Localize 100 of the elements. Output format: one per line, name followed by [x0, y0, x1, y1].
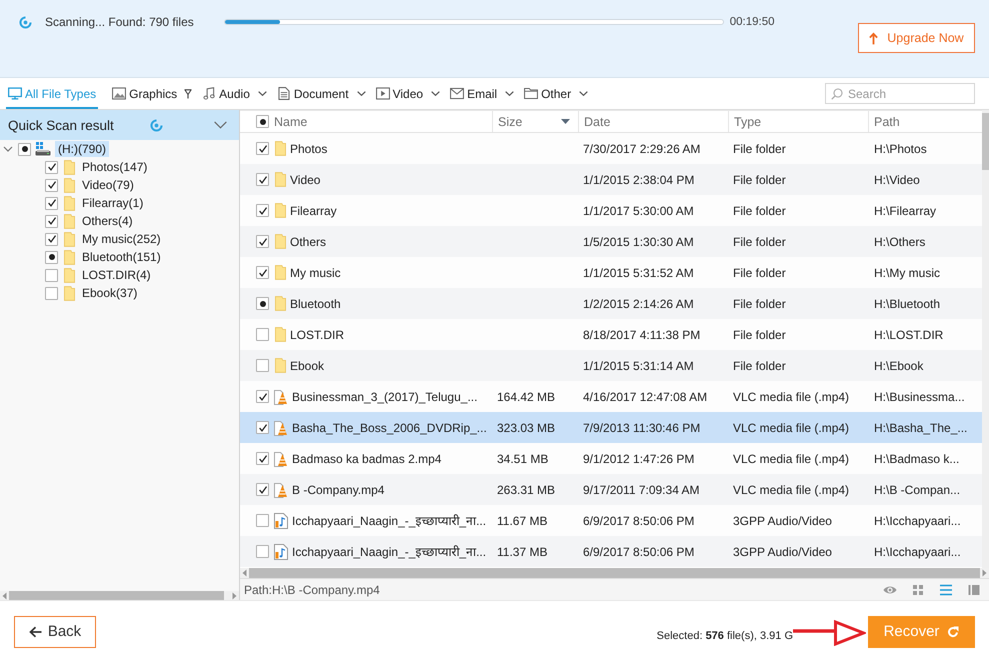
checkbox[interactable]: [45, 214, 58, 228]
modified-date: 1/1/2017 5:30:00 AM: [583, 204, 694, 218]
folder-icon: [64, 214, 75, 228]
checkbox[interactable]: [45, 268, 58, 282]
arrow-left-icon: [28, 626, 42, 638]
caret-icon: [579, 91, 588, 96]
checkbox[interactable]: [256, 115, 269, 128]
picture-icon: [112, 87, 126, 100]
checkbox[interactable]: [256, 359, 269, 372]
tree-item[interactable]: Ebook(37): [79, 285, 140, 301]
tree-item[interactable]: Bluetooth(151): [79, 249, 164, 265]
checkbox[interactable]: [256, 421, 269, 434]
file-row[interactable]: Others 1/5/2015 1:30:30 AM File folder H:\Others: [240, 226, 982, 257]
checkbox[interactable]: [256, 452, 269, 465]
column-header[interactable]: Path: [874, 111, 982, 132]
folder-icon: [64, 268, 75, 282]
modified-date: 8/18/2017 4:11:38 PM: [583, 328, 700, 342]
scroll-left-icon[interactable]: [2, 592, 7, 600]
media-file-icon: [274, 544, 288, 560]
folder-icon: [275, 265, 286, 280]
file-path: H:\Ebook: [874, 358, 924, 372]
folder-icon: [64, 160, 75, 174]
column-header[interactable]: Size: [498, 111, 578, 132]
column-header[interactable]: Date: [584, 111, 728, 132]
grid-icon[interactable]: [911, 584, 925, 596]
back-button[interactable]: Back: [14, 616, 96, 648]
list-icon[interactable]: [939, 584, 953, 596]
file-row[interactable]: Ebook 1/1/2015 5:31:14 AM File folder H:\Ebook: [240, 350, 982, 381]
file-type-tab[interactable]: Video: [374, 78, 442, 109]
file-name: Icchapyaari_Naagin_-_इच्छाप्यारी_ना...: [292, 544, 486, 560]
folder-icon: [275, 172, 286, 187]
checkbox[interactable]: [256, 235, 269, 248]
tree-item[interactable]: Photos(147): [79, 159, 150, 175]
tree-item[interactable]: Filearray(1): [79, 195, 146, 211]
file-type: File folder: [733, 142, 786, 156]
vertical-scrollbar[interactable]: [982, 110, 989, 568]
sort-caret-icon: [561, 119, 570, 124]
checkbox[interactable]: [256, 142, 269, 155]
checkbox[interactable]: [256, 328, 269, 341]
file-type-tab[interactable]: Other: [522, 78, 590, 109]
checkbox[interactable]: [45, 232, 58, 246]
file-type-tab[interactable]: Graphics: [110, 78, 194, 109]
folder-icon: [275, 141, 286, 156]
monitor-icon: [8, 87, 22, 100]
filter-icon: [184, 88, 192, 98]
search-field[interactable]: Search: [825, 83, 975, 104]
eye-icon[interactable]: [883, 584, 897, 596]
file-name: My music: [290, 266, 341, 280]
columns-icon[interactable]: [967, 584, 981, 596]
folder-icon: [275, 358, 286, 373]
file-size: 11.67 MB: [497, 514, 548, 528]
checkbox[interactable]: [256, 390, 269, 403]
checkbox[interactable]: [256, 297, 269, 310]
tree-item[interactable]: (H:)(790): [55, 141, 110, 157]
file-size: 11.37 MB: [497, 544, 548, 558]
tree-item[interactable]: My music(252): [79, 231, 164, 247]
checkbox[interactable]: [256, 173, 269, 186]
file-row[interactable]: Icchapyaari_Naagin_-_इच्छाप्यारी_ना... 11.37 MB 6/9/2017 8:50:06 PM 3GPP Audio/Video H:\Icchapyaari...: [240, 536, 982, 567]
scroll-right-icon[interactable]: [232, 592, 237, 600]
chevron-icon[interactable]: [214, 121, 227, 129]
file-row[interactable]: Bluetooth 1/2/2015 2:14:26 AM File folder H:\Bluetooth: [240, 288, 982, 319]
file-path: H:\Others: [874, 234, 926, 248]
modified-date: 4/16/2017 12:47:08 AM: [583, 390, 708, 404]
checkbox[interactable]: [18, 142, 31, 156]
checkbox[interactable]: [256, 483, 269, 496]
chevron-icon[interactable]: [3, 144, 13, 154]
scroll-left-icon[interactable]: [242, 569, 247, 577]
tree-item[interactable]: Video(79): [79, 177, 137, 193]
checkbox[interactable]: [45, 250, 58, 264]
caret-icon: [431, 91, 440, 96]
scroll-right-icon[interactable]: [982, 569, 987, 577]
checkbox[interactable]: [256, 204, 269, 217]
sidebar-title: Quick Scan result: [8, 118, 114, 132]
file-type-tab[interactable]: Audio: [200, 78, 269, 109]
file-path: H:\My music: [874, 266, 940, 280]
folder-icon: [64, 250, 75, 264]
tree-item[interactable]: Others(4): [79, 213, 136, 229]
tree-item[interactable]: LOST.DIR(4): [79, 267, 154, 283]
file-row[interactable]: Basha_The_Boss_2006_DVDRip_... 323.03 MB 7/9/2013 11:30:46 PM VLC media file (.mp4) H:\Basha_The_...: [240, 412, 982, 443]
checkbox[interactable]: [256, 545, 269, 558]
folder-icon: [275, 296, 286, 311]
checkbox[interactable]: [45, 160, 58, 174]
file-path: H:\Businessma...: [874, 390, 965, 404]
checkbox[interactable]: [45, 178, 58, 192]
column-header[interactable]: Type: [734, 111, 868, 132]
checkbox[interactable]: [256, 266, 269, 279]
file-row[interactable]: B -Company.mp4 263.31 MB 9/17/2011 7:09:34 AM VLC media file (.mp4) H:\B -Compan...: [240, 474, 982, 505]
file-size: 34.51 MB: [497, 452, 548, 466]
file-type-tab[interactable]: Email: [448, 78, 516, 109]
file-type-tab[interactable]: Document: [274, 78, 368, 109]
column-header[interactable]: Name: [274, 111, 492, 132]
modified-date: 1/2/2015 2:14:26 AM: [583, 296, 694, 310]
envelope-icon: [450, 87, 464, 100]
file-size: 164.42 MB: [497, 390, 556, 404]
file-row[interactable]: Video 1/1/2015 2:38:04 PM File folder H:\Video: [240, 164, 982, 195]
checkbox[interactable]: [45, 196, 58, 210]
checkbox[interactable]: [45, 286, 58, 300]
checkbox[interactable]: [256, 514, 269, 527]
scrollbar-thumb[interactable]: [982, 113, 989, 170]
file-path: H:\Icchapyaari...: [874, 544, 961, 558]
